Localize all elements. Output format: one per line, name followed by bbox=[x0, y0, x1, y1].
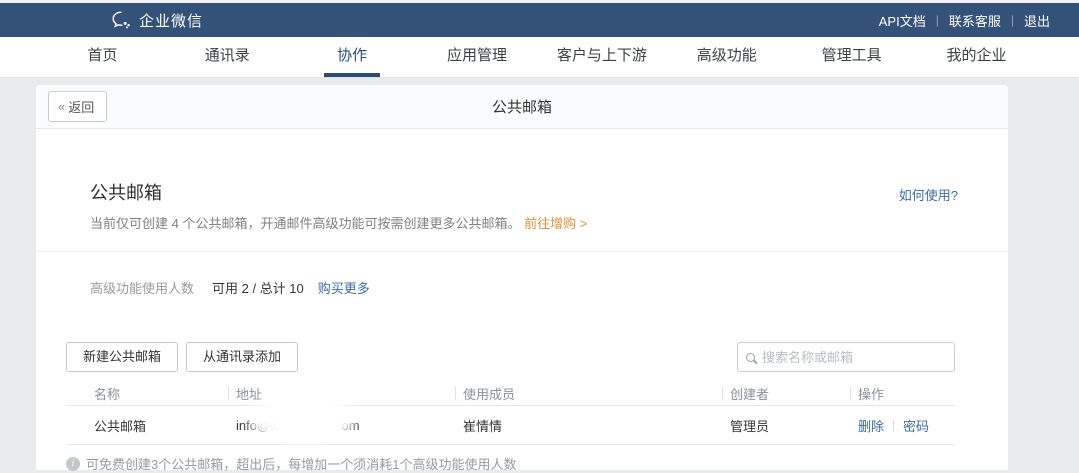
wecom-brand[interactable]: 企业微信 bbox=[112, 10, 203, 31]
action-separator bbox=[893, 420, 894, 432]
logout-link[interactable]: 退出 bbox=[1024, 11, 1050, 30]
add-from-contacts-button[interactable]: 从通讯录添加 bbox=[186, 342, 298, 372]
mailbox-table: 名称 地址 使用成员 创建者 操作 公共邮箱 info@w om 崔情情 管理员 … bbox=[66, 381, 955, 445]
cell-address: info@w om bbox=[228, 418, 455, 433]
card-header: 公共邮箱 « 返回 bbox=[36, 85, 1008, 129]
section-divider bbox=[36, 251, 1008, 252]
main-nav: 首页 通讯录 协作 应用管理 客户与上下游 高级功能 管理工具 我的企业 bbox=[0, 37, 1079, 78]
cell-name: 公共邮箱 bbox=[66, 416, 228, 435]
search-input[interactable] bbox=[762, 350, 946, 365]
page-title: 公共邮箱 bbox=[36, 96, 1008, 117]
address-prefix: info@w bbox=[236, 418, 280, 433]
tab-admin-tools[interactable]: 管理工具 bbox=[789, 37, 914, 77]
quota-value: 可用 2 / 总计 10 bbox=[212, 278, 304, 297]
address-suffix: om bbox=[342, 418, 360, 433]
tab-home[interactable]: 首页 bbox=[40, 37, 165, 77]
topbar-separator: | bbox=[936, 13, 939, 27]
contact-support-link[interactable]: 联系客服 bbox=[949, 11, 1001, 30]
info-icon: i bbox=[66, 457, 80, 471]
topbar-separator: | bbox=[1011, 13, 1014, 27]
search-icon bbox=[746, 353, 755, 362]
table-header-row: 名称 地址 使用成员 创建者 操作 bbox=[66, 381, 955, 406]
content-card: 公共邮箱 « 返回 公共邮箱 如何使用? 当前仅可创建 4 个公共邮箱，开通邮件… bbox=[36, 85, 1008, 470]
header-name: 名称 bbox=[66, 384, 228, 403]
section-title: 公共邮箱 bbox=[90, 179, 162, 205]
wecom-logo-icon bbox=[112, 11, 132, 29]
delete-link[interactable]: 删除 bbox=[858, 419, 884, 434]
cell-members: 崔情情 bbox=[455, 416, 722, 435]
tab-customers[interactable]: 客户与上下游 bbox=[540, 37, 665, 77]
upgrade-link[interactable]: 前往增购 > bbox=[524, 216, 587, 231]
tab-app-management[interactable]: 应用管理 bbox=[415, 37, 540, 77]
new-mailbox-button[interactable]: 新建公共邮箱 bbox=[66, 342, 178, 372]
brand-label: 企业微信 bbox=[139, 10, 203, 31]
section-description: 当前仅可创建 4 个公共邮箱，开通邮件高级功能可按需创建更多公共邮箱。 前往增购… bbox=[90, 213, 587, 232]
quota-label: 高级功能使用人数 bbox=[90, 278, 194, 297]
description-text: 当前仅可创建 4 个公共邮箱，开通邮件高级功能可按需创建更多公共邮箱。 bbox=[90, 216, 520, 231]
header-actions: 操作 bbox=[850, 384, 955, 403]
cell-actions: 删除 密码 bbox=[850, 416, 955, 435]
header-creator: 创建者 bbox=[722, 384, 850, 403]
tab-advanced-features[interactable]: 高级功能 bbox=[664, 37, 789, 77]
tab-collaboration[interactable]: 协作 bbox=[290, 37, 415, 77]
tab-my-company[interactable]: 我的企业 bbox=[914, 37, 1039, 77]
header-address: 地址 bbox=[228, 384, 455, 403]
card-body: 公共邮箱 如何使用? 当前仅可创建 4 个公共邮箱，开通邮件高级功能可按需创建更… bbox=[36, 129, 1008, 469]
api-docs-link[interactable]: API文档 bbox=[879, 11, 926, 30]
tab-contacts[interactable]: 通讯录 bbox=[165, 37, 290, 77]
how-to-use-link[interactable]: 如何使用? bbox=[899, 185, 958, 204]
header-members: 使用成员 bbox=[455, 384, 722, 403]
password-link[interactable]: 密码 bbox=[903, 419, 929, 434]
cell-creator: 管理员 bbox=[722, 416, 850, 435]
quota-row: 高级功能使用人数 可用 2 / 总计 10 购买更多 bbox=[90, 278, 370, 297]
topbar: 企业微信 API文档 | 联系客服 | 退出 bbox=[0, 3, 1079, 37]
table-row: 公共邮箱 info@w om 崔情情 管理员 删除 密码 bbox=[66, 406, 955, 445]
note-text: 可免费创建3个公共邮箱，超出后，每增加一个须消耗1个高级功能使用人数 bbox=[86, 454, 516, 473]
footer-note: i 可免费创建3个公共邮箱，超出后，每增加一个须消耗1个高级功能使用人数 bbox=[66, 454, 516, 473]
buy-more-link[interactable]: 购买更多 bbox=[318, 278, 370, 297]
topbar-links: API文档 | 联系客服 | 退出 bbox=[879, 11, 1050, 30]
search-box bbox=[737, 342, 955, 372]
